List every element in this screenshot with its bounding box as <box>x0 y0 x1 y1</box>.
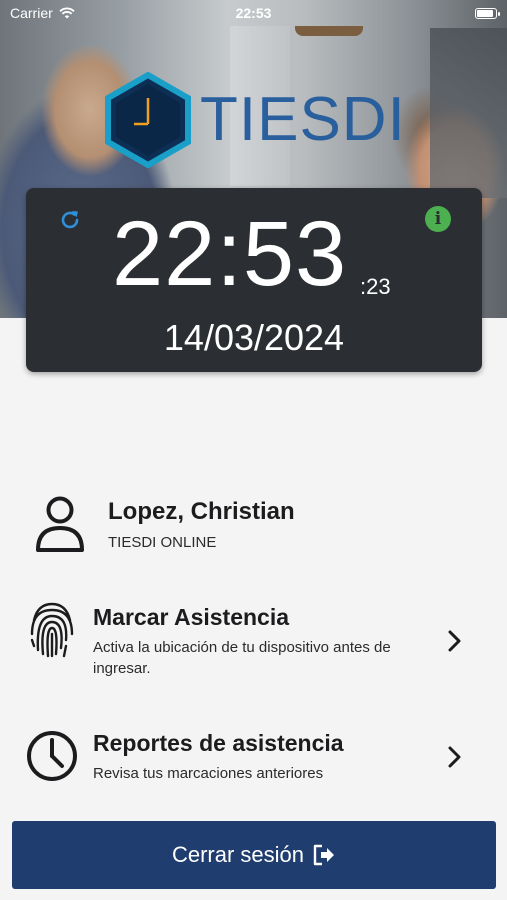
user-text: Lopez, Christian TIESDI ONLINE <box>108 498 295 551</box>
menu-subtitle: Activa la ubicación de tu dispositivo an… <box>93 639 391 677</box>
status-time: 22:53 <box>235 5 272 21</box>
user-icon <box>36 496 84 552</box>
logo-hexagon-clock-icon <box>105 72 191 168</box>
menu-item-reportes-asistencia[interactable]: Reportes de asistencia Revisa tus marcac… <box>0 726 507 796</box>
hero-lamp <box>295 26 363 36</box>
hero-window <box>430 28 507 198</box>
menu-subtitle: Revisa tus marcaciones anteriores <box>93 765 324 782</box>
menu-title: Marcar Asistencia <box>93 604 290 630</box>
clock-icon <box>27 731 77 781</box>
user-company: TIESDI ONLINE <box>108 533 217 551</box>
refresh-icon[interactable] <box>58 208 82 232</box>
menu-item-marcar-asistencia[interactable]: Marcar Asistencia Activa la ubicación de… <box>0 600 507 690</box>
info-icon[interactable]: i <box>425 206 451 232</box>
user-info: Lopez, Christian TIESDI ONLINE <box>34 494 295 554</box>
user-name: Lopez, Christian <box>108 497 295 525</box>
chevron-right-icon <box>448 630 461 652</box>
fingerprint-icon <box>30 602 74 658</box>
app-logo: TIESDI <box>104 72 406 168</box>
logout-button[interactable]: Cerrar sesión <box>12 821 496 889</box>
menu-text: Reportes de asistencia Revisa tus marcac… <box>93 730 393 784</box>
status-left: Carrier <box>10 5 75 21</box>
clock-time: 22:53 <box>112 203 348 305</box>
menu-text: Marcar Asistencia Activa la ubicación de… <box>93 604 393 679</box>
chevron-right-icon <box>448 746 461 768</box>
carrier-label: Carrier <box>10 5 53 21</box>
logout-icon <box>313 844 335 866</box>
menu-title: Reportes de asistencia <box>93 730 344 756</box>
battery-icon <box>475 7 500 19</box>
clock-card: i 22:53 :23 14/03/2024 <box>26 188 482 372</box>
logo-text: TIESDI <box>200 85 406 154</box>
wifi-icon <box>59 7 75 19</box>
status-bar: Carrier 22:53 <box>0 0 507 26</box>
logout-label: Cerrar sesión <box>171 842 305 867</box>
clock-seconds: :23 <box>360 274 391 299</box>
clock-date: 14/03/2024 <box>163 317 345 358</box>
